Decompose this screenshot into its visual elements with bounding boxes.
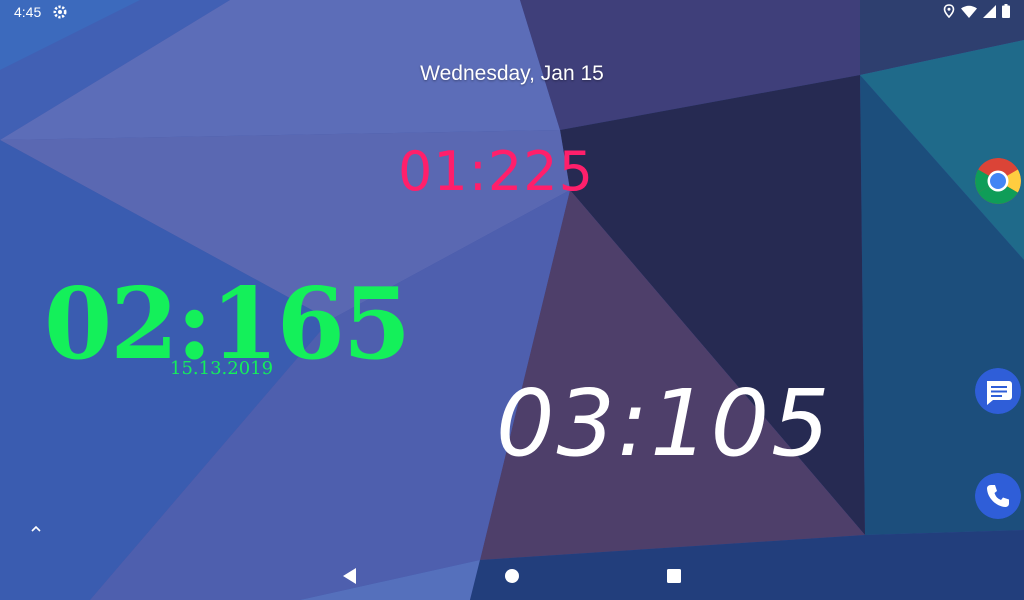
recents-icon[interactable] — [666, 568, 682, 584]
signal-icon — [983, 4, 996, 18]
status-bar: 4:45 — [0, 0, 1024, 24]
settings-icon — [53, 5, 67, 19]
status-time: 4:45 — [14, 4, 42, 20]
clock-widget-white[interactable]: 03:105 — [496, 378, 832, 470]
chrome-icon[interactable] — [975, 158, 1021, 204]
phone-icon[interactable] — [975, 473, 1021, 519]
battery-icon — [1002, 4, 1010, 18]
back-icon[interactable] — [340, 566, 358, 586]
date-label: Wednesday, Jan 15 — [420, 62, 604, 85]
status-icons — [943, 4, 1010, 18]
app-drawer-caret-icon[interactable] — [28, 522, 44, 536]
clock-widget-green-date: 15.13.2019 — [170, 358, 274, 379]
messages-icon[interactable] — [975, 368, 1021, 414]
home-icon[interactable] — [504, 568, 520, 584]
location-icon — [943, 4, 955, 18]
wifi-icon — [961, 5, 977, 18]
clock-widget-pink[interactable]: 01:225 — [398, 140, 594, 203]
